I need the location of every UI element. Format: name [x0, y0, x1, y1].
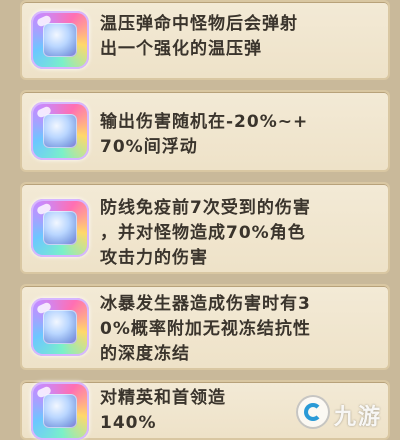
upgrade-card[interactable]: 温压弹命中怪物后会弹射 出一个强化的温压弹	[20, 0, 390, 80]
upgrade-description: 输出伤害随机在-20%~+ 70%间浮动	[100, 110, 376, 160]
description-line: 出一个强化的温压弹	[100, 39, 262, 59]
description-line: 70%间浮动	[100, 137, 198, 157]
description-line: ，并对怪物造成70%角色	[100, 223, 306, 243]
description-line: 的深度冻结	[100, 344, 190, 364]
description-line: 输出伤害随机在-20%~+	[100, 112, 309, 132]
upgrade-list: 温压弹命中怪物后会弹射 出一个强化的温压弹 输出伤害随机在-20%~+ 70%间…	[0, 0, 400, 440]
upgrade-gem-icon	[31, 382, 89, 440]
upgrade-gem-icon	[31, 298, 89, 356]
upgrade-description: 温压弹命中怪物后会弹射 出一个强化的温压弹	[100, 12, 376, 62]
watermark-text: 九游	[334, 405, 383, 430]
description-line: 防线免疫前7次受到的伤害	[100, 198, 311, 218]
jiuyou-logo-icon	[296, 395, 330, 429]
upgrade-gem-icon	[31, 11, 89, 69]
description-line: 攻击力的伤害	[100, 248, 208, 268]
upgrade-description: 冰暴发生器造成伤害时有3 0%概率附加无视冻结抗性 的深度冻结	[100, 292, 376, 367]
upgrade-description: 防线免疫前7次受到的伤害 ，并对怪物造成70%角色 攻击力的伤害	[100, 196, 376, 271]
watermark: 九游	[296, 389, 394, 431]
upgrade-gem-icon	[31, 102, 89, 160]
description-line: 温压弹命中怪物后会弹射	[100, 14, 298, 34]
upgrade-card[interactable]: 冰暴发生器造成伤害时有3 0%概率附加无视冻结抗性 的深度冻结	[20, 284, 390, 370]
upgrade-card[interactable]: 输出伤害随机在-20%~+ 70%间浮动	[20, 90, 390, 172]
upgrade-card[interactable]: 防线免疫前7次受到的伤害 ，并对怪物造成70%角色 攻击力的伤害	[20, 182, 390, 274]
upgrade-gem-icon	[31, 199, 89, 257]
description-line: 0%概率附加无视冻结抗性	[100, 319, 311, 339]
description-line: 冰暴发生器造成伤害时有3	[100, 294, 311, 314]
